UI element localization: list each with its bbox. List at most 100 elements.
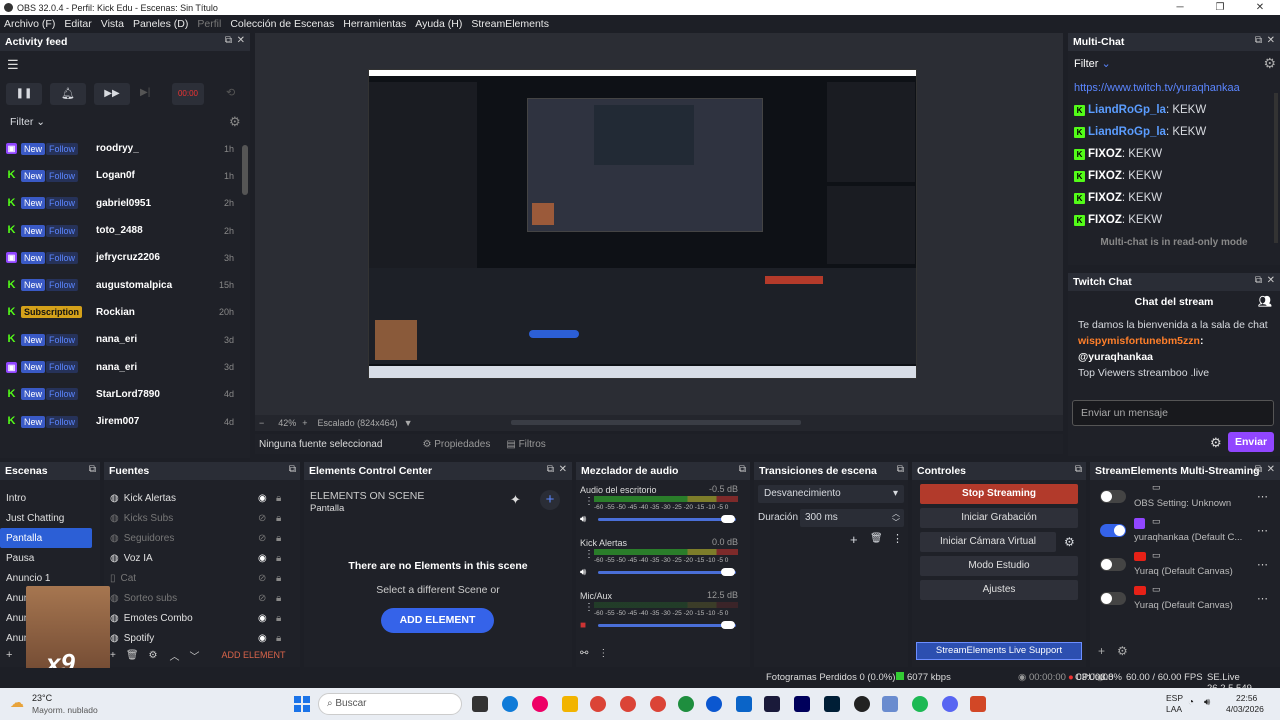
lock-icon[interactable]: 🔒︎ bbox=[276, 573, 281, 584]
app-icon[interactable] bbox=[882, 696, 898, 712]
more-icon[interactable]: ⋯ bbox=[1257, 592, 1268, 605]
clock-date[interactable]: 4/03/2026 bbox=[1226, 704, 1264, 714]
clock-time[interactable]: 22:56 bbox=[1236, 693, 1257, 703]
source-item[interactable]: ◍ Voz IA ◉ 🔒︎ bbox=[104, 548, 300, 568]
float-icon[interactable]: ⧉ bbox=[897, 464, 904, 475]
scrollbar[interactable] bbox=[1274, 93, 1278, 243]
gear-icon[interactable]: ⚙ bbox=[1263, 55, 1276, 72]
link-icon[interactable]: ⚯ bbox=[580, 648, 588, 659]
chrome-icon-4[interactable] bbox=[678, 696, 694, 712]
more-icon[interactable]: ⋮ bbox=[892, 532, 903, 545]
float-icon[interactable]: ⧉ bbox=[1075, 464, 1082, 475]
volume-slider[interactable] bbox=[598, 624, 736, 627]
menu-streamelements[interactable]: StreamElements bbox=[471, 18, 549, 30]
volume-slider[interactable] bbox=[598, 571, 736, 574]
skip-button[interactable]: ▶▶ bbox=[94, 83, 130, 105]
trash-icon[interactable]: 🗑︎ bbox=[870, 533, 883, 544]
more-icon[interactable]: ⋯ bbox=[1257, 524, 1268, 537]
toggle-switch[interactable] bbox=[1100, 490, 1126, 503]
chevron-down-icon[interactable]: ▼ bbox=[404, 418, 413, 428]
stream-link[interactable]: https://www.twitch.tv/yuraqhankaa bbox=[1068, 77, 1280, 99]
preview-scrollbar[interactable] bbox=[511, 420, 801, 425]
eye-icon[interactable]: ◉ bbox=[258, 493, 267, 504]
lock-icon[interactable]: 🔒︎ bbox=[276, 593, 281, 604]
studio-mode-button[interactable]: Modo Estudio bbox=[920, 556, 1078, 576]
scene-item[interactable]: Just Chatting bbox=[0, 508, 100, 528]
volume-slider[interactable] bbox=[598, 518, 736, 521]
activity-item[interactable]: K New Follow gabriel0951 2h bbox=[0, 190, 250, 217]
source-item[interactable]: ◍ Kicks Subs ⊘ 🔒︎ bbox=[104, 508, 300, 528]
chrome-icon-3[interactable] bbox=[650, 696, 666, 712]
eye-off-icon[interactable]: ⊘ bbox=[258, 533, 266, 544]
close-icon[interactable]: ✕ bbox=[1267, 275, 1275, 286]
edge-icon[interactable] bbox=[502, 696, 518, 712]
trash-icon[interactable]: 🗑︎ bbox=[126, 650, 139, 661]
close-icon[interactable]: ✕ bbox=[237, 35, 245, 46]
float-icon[interactable]: ⧉ bbox=[89, 464, 96, 475]
source-item[interactable]: ◍ Sorteo subs ⊘ 🔒︎ bbox=[104, 588, 300, 608]
activity-item[interactable]: K Subscription Rockian 20h bbox=[0, 299, 250, 326]
pause-button[interactable]: ❚❚ bbox=[6, 83, 42, 105]
scene-item[interactable]: Pausa bbox=[0, 548, 100, 568]
hamburger-menu-icon[interactable]: ☰ bbox=[7, 57, 19, 73]
browser-icon[interactable] bbox=[706, 696, 722, 712]
float-icon[interactable]: ⧉ bbox=[1255, 464, 1262, 475]
outlook-icon[interactable] bbox=[736, 696, 752, 712]
menu-perfil[interactable]: Perfil bbox=[197, 18, 221, 30]
gear-icon[interactable]: ⚙ bbox=[1210, 435, 1222, 451]
taskbar-search[interactable]: ⌕ Buscar bbox=[318, 693, 462, 715]
photoshop-icon[interactable] bbox=[824, 696, 840, 712]
obs-icon[interactable] bbox=[854, 696, 870, 712]
terminal-icon[interactable] bbox=[764, 696, 780, 712]
timer-badge[interactable]: 00:00 bbox=[172, 83, 204, 105]
add-source-icon[interactable]: + bbox=[110, 650, 116, 661]
menu-ayuda[interactable]: Ayuda (H) bbox=[415, 18, 462, 30]
properties-button[interactable]: ⚙ Propiedades bbox=[422, 439, 490, 450]
zoom-out-icon[interactable]: − bbox=[259, 418, 264, 428]
more-icon[interactable]: ⋮ bbox=[598, 648, 608, 659]
toggle-switch[interactable] bbox=[1100, 592, 1126, 605]
discord-icon[interactable] bbox=[942, 696, 958, 712]
explorer-icon[interactable] bbox=[562, 696, 578, 712]
add-scene-icon[interactable]: + bbox=[6, 649, 12, 661]
filter-button[interactable]: Filter ⌄ bbox=[10, 116, 45, 128]
gear-icon[interactable]: ⚙ bbox=[229, 114, 241, 130]
gear-icon[interactable]: ⚙ bbox=[1064, 535, 1075, 549]
scale-label[interactable]: Escalado (824x464) bbox=[318, 418, 398, 428]
eye-icon[interactable]: ◉ bbox=[258, 613, 267, 624]
volume-icon[interactable]: 🔊︎ bbox=[580, 567, 586, 578]
muted-icon[interactable]: ■ bbox=[580, 620, 586, 631]
activity-item[interactable]: ▣ New Follow nana_eri 3d bbox=[0, 353, 250, 380]
more-icon[interactable]: ⋯ bbox=[1257, 558, 1268, 571]
filters-button[interactable]: ▤ Filtros bbox=[506, 439, 545, 450]
lang2[interactable]: LAA bbox=[1166, 704, 1182, 714]
windows-start-icon[interactable] bbox=[294, 696, 310, 712]
weather-icon[interactable]: ☁ bbox=[10, 694, 24, 711]
add-transition-icon[interactable]: + bbox=[850, 532, 858, 547]
lock-icon[interactable]: 🔒︎ bbox=[276, 633, 281, 644]
more-icon[interactable]: ⋮ bbox=[584, 496, 594, 507]
stream-preview-canvas[interactable] bbox=[368, 69, 917, 379]
scene-item[interactable]: Anuncio 1 bbox=[0, 568, 100, 588]
eye-off-icon[interactable]: ⊘ bbox=[258, 573, 266, 584]
zoom-in-icon[interactable]: + bbox=[302, 418, 307, 428]
live-support-button[interactable]: StreamElements Live Support bbox=[916, 642, 1082, 660]
volume-icon[interactable]: 🔊︎ bbox=[1204, 697, 1210, 708]
scene-item[interactable]: Pantalla bbox=[0, 528, 92, 548]
premiere-icon[interactable] bbox=[794, 696, 810, 712]
eye-icon[interactable]: ◉ bbox=[258, 553, 267, 564]
chrome-icon-2[interactable] bbox=[620, 696, 636, 712]
close-icon[interactable]: ✕ bbox=[1267, 35, 1275, 46]
duration-input[interactable]: 300 ms ︿ ﹀ bbox=[800, 509, 904, 527]
task-view-icon[interactable] bbox=[472, 696, 488, 712]
eye-off-icon[interactable]: ⊘ bbox=[258, 513, 266, 524]
add-icon[interactable]: + bbox=[540, 490, 560, 510]
activity-item[interactable]: ▣ New Follow roodryy_ 1h bbox=[0, 135, 250, 162]
lock-icon[interactable]: 🔒︎ bbox=[276, 533, 281, 544]
settings-button[interactable]: Ajustes bbox=[920, 580, 1078, 600]
chat-input[interactable]: Enviar un mensaje bbox=[1072, 400, 1274, 426]
send-button[interactable]: Enviar bbox=[1228, 432, 1274, 452]
more-icon[interactable]: ⋮ bbox=[584, 602, 594, 613]
lock-icon[interactable]: 🔒︎ bbox=[276, 493, 281, 504]
volume-slider-handle[interactable] bbox=[721, 515, 735, 523]
